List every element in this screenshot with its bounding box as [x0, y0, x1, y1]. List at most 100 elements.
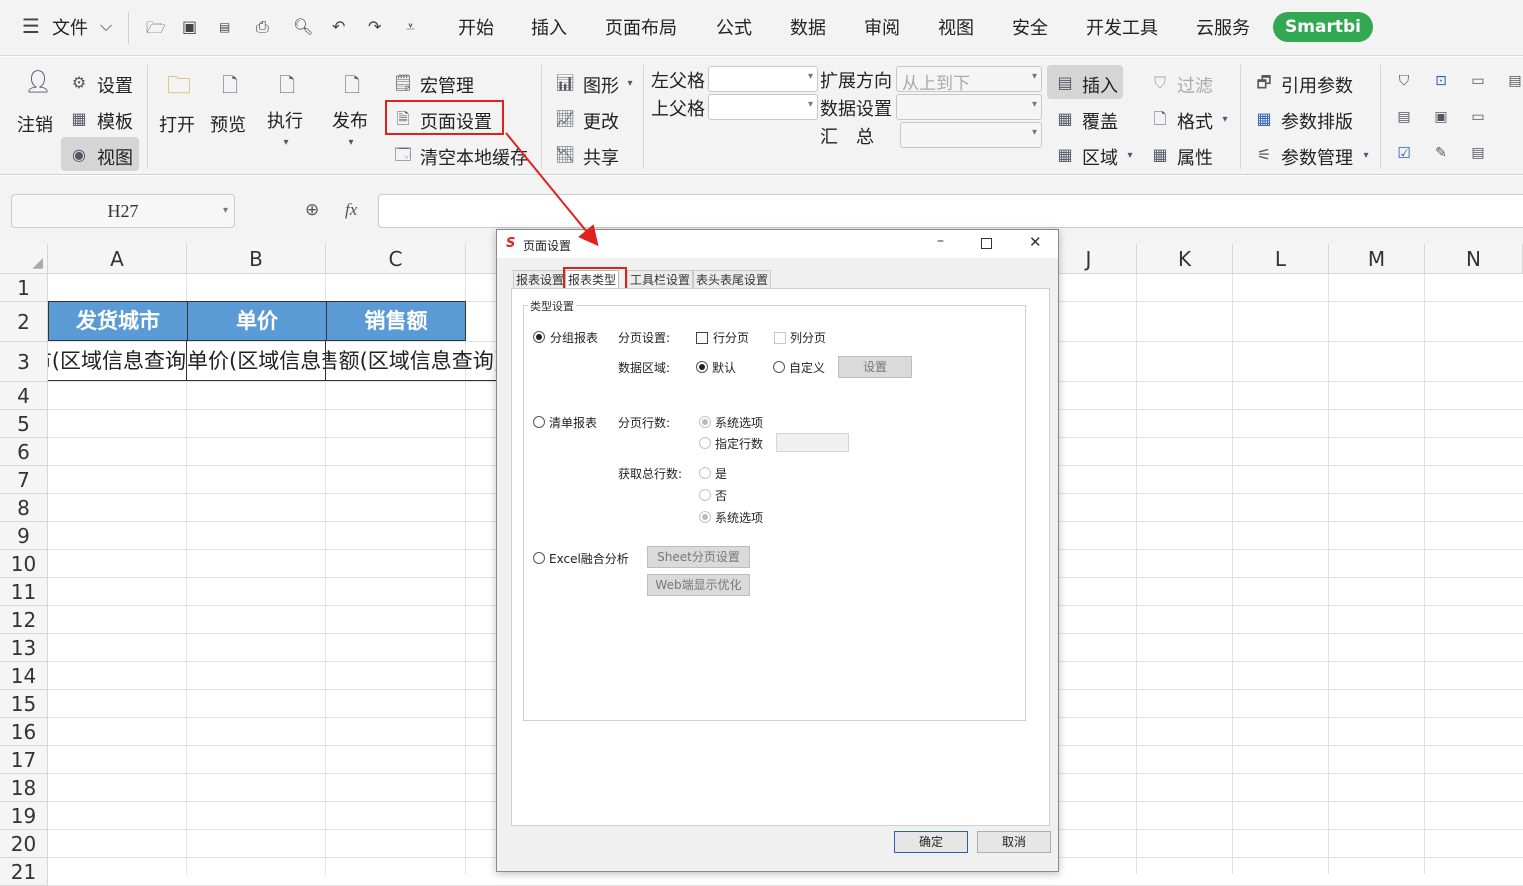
tab-dev-tools[interactable]: 开发工具 — [1086, 14, 1158, 40]
data-setting-select[interactable]: ▾ — [896, 94, 1042, 120]
print-preview-icon[interactable]: 🔍︎ — [293, 17, 313, 36]
logout-button[interactable]: 注销 — [17, 111, 53, 137]
column-header[interactable]: M — [1329, 244, 1425, 274]
row-header[interactable]: 12 — [0, 606, 48, 634]
name-box[interactable]: H27 ▾ — [11, 194, 235, 228]
param-layout-button[interactable]: 参数排版 — [1281, 108, 1353, 134]
macro-button[interactable]: 宏管理 — [420, 72, 474, 98]
dialog-titlebar[interactable]: S 页面设置 – ✕ — [497, 230, 1058, 258]
open-button[interactable]: 打开 — [159, 111, 195, 137]
publish-button[interactable]: 发布 — [332, 107, 368, 133]
customize-icon[interactable]: ⩡ — [406, 17, 415, 37]
ok-button[interactable]: 确定 — [894, 831, 968, 853]
formula-input[interactable] — [378, 194, 1523, 228]
sys-option2-radio[interactable] — [699, 511, 711, 523]
specify-rows-input[interactable] — [776, 433, 849, 452]
doc-icon[interactable]: ▤ — [1468, 143, 1488, 163]
column-header[interactable]: N — [1425, 244, 1523, 274]
column-header[interactable]: C — [326, 244, 466, 274]
tab-report-settings[interactable]: 报表设置 — [513, 270, 568, 289]
specify-rows-radio[interactable] — [699, 437, 711, 449]
custom-radio[interactable] — [773, 361, 785, 373]
column-header[interactable]: K — [1137, 244, 1233, 274]
tab-data[interactable]: 数据 — [790, 14, 826, 40]
sys-option-radio[interactable] — [699, 416, 711, 428]
region-button[interactable]: 区域 — [1082, 144, 1118, 170]
row-header[interactable]: 15 — [0, 690, 48, 718]
checkbox-icon[interactable]: ☑ — [1394, 143, 1414, 163]
summary-select[interactable]: ▾ — [900, 122, 1042, 148]
tab-page-layout[interactable]: 页面布局 — [605, 14, 677, 40]
sheet-page-button[interactable]: Sheet分页设置 — [647, 546, 750, 568]
pdf-icon[interactable]: ▤ — [219, 20, 230, 34]
cover-button[interactable]: 覆盖 — [1082, 108, 1118, 134]
share-button[interactable]: 共享 — [583, 144, 619, 170]
print-icon[interactable]: ⎙ — [256, 17, 269, 37]
tab-cloud-service[interactable]: 云服务 — [1196, 14, 1250, 40]
row-header[interactable]: 16 — [0, 718, 48, 746]
template-button[interactable]: 模板 — [97, 108, 133, 134]
tab-view[interactable]: 视图 — [938, 14, 974, 40]
tab-start[interactable]: 开始 — [458, 14, 494, 40]
file-menu[interactable]: 文件 — [52, 14, 88, 40]
web-optimize-button[interactable]: Web端显示优化 — [647, 574, 750, 596]
row-header[interactable]: 6 — [0, 438, 48, 466]
chevron-down-icon[interactable]: ▾ — [223, 195, 228, 227]
row-header[interactable]: 14 — [0, 662, 48, 690]
default-radio[interactable] — [696, 361, 708, 373]
ref-param-button[interactable]: 引用参数 — [1281, 72, 1353, 98]
chevron-down-icon[interactable]: ▾ — [1120, 146, 1140, 166]
tab-header-footer-settings[interactable]: 表头表尾设置 — [693, 270, 772, 289]
combo-box-icon[interactable]: ⊡ — [1431, 71, 1451, 91]
undo-icon[interactable]: ↶ — [332, 17, 345, 36]
yes-radio[interactable] — [699, 467, 711, 479]
table-cell[interactable]: 发货城市(区域信息查询 — [48, 341, 187, 381]
col-page-checkbox[interactable] — [774, 332, 786, 344]
top-parent-select[interactable]: ▾ — [708, 94, 818, 120]
table-cell[interactable]: 单价(区域信息查询 — [187, 341, 326, 381]
chevron-down-icon[interactable]: ⌵ — [100, 16, 112, 36]
clear-cache-button[interactable]: 清空本地缓存 — [420, 144, 528, 170]
zoom-icon[interactable]: ⊕ — [305, 200, 319, 220]
maximize-icon[interactable] — [981, 238, 992, 249]
table-header-cell[interactable]: 发货城市 — [48, 301, 188, 341]
row-header[interactable]: 2 — [0, 302, 48, 342]
chart-button[interactable]: 图形 — [583, 72, 619, 98]
row-header[interactable]: 9 — [0, 522, 48, 550]
tab-toolbar-settings[interactable]: 工具栏设置 — [627, 270, 694, 289]
expand-direction-select[interactable]: 从上到下 ▾ — [896, 66, 1042, 94]
redo-icon[interactable]: ↷ — [368, 17, 381, 36]
fx-button[interactable]: fx — [345, 200, 357, 220]
property-button[interactable]: 属性 — [1177, 144, 1213, 170]
execute-button[interactable]: 执行 — [267, 107, 303, 133]
select-all-corner[interactable]: ◢ — [0, 244, 48, 274]
filter-button[interactable]: 过滤 — [1177, 72, 1213, 98]
row-header[interactable]: 20 — [0, 830, 48, 858]
minimize-icon[interactable]: – — [937, 233, 944, 249]
preview-button[interactable]: 预览 — [210, 111, 246, 137]
close-icon[interactable]: ✕ — [1029, 233, 1042, 251]
no-radio[interactable] — [699, 489, 711, 501]
table-header-cell[interactable]: 单价 — [187, 301, 327, 341]
row-header[interactable]: 8 — [0, 494, 48, 522]
open-folder-icon[interactable]: 🗁 — [146, 17, 166, 44]
column-header[interactable]: A — [48, 244, 187, 274]
dropdown-tree-icon[interactable]: ⛉ — [1394, 71, 1414, 91]
tab-security[interactable]: 安全 — [1012, 14, 1048, 40]
chevron-down-icon[interactable]: ▾ — [1215, 110, 1235, 130]
row-page-checkbox[interactable] — [696, 332, 708, 344]
row-header[interactable]: 1 — [0, 274, 48, 302]
row-header[interactable]: 11 — [0, 578, 48, 606]
tab-review[interactable]: 审阅 — [864, 14, 900, 40]
hamburger-icon[interactable]: ☰ — [22, 14, 40, 38]
setting-button[interactable]: 设置 — [838, 356, 912, 378]
save-icon[interactable]: ▣ — [182, 17, 197, 36]
row-header[interactable]: 7 — [0, 466, 48, 494]
row-header[interactable]: 5 — [0, 410, 48, 438]
chevron-down-icon[interactable]: ▾ — [341, 133, 361, 153]
table-cell[interactable]: 销售额(区域信息查询) — [326, 341, 502, 381]
tab-smartbi[interactable]: Smartbi — [1273, 12, 1373, 42]
row-header[interactable]: 18 — [0, 774, 48, 802]
table-header-cell[interactable]: 销售额 — [326, 301, 466, 341]
row-header[interactable]: 4 — [0, 382, 48, 410]
